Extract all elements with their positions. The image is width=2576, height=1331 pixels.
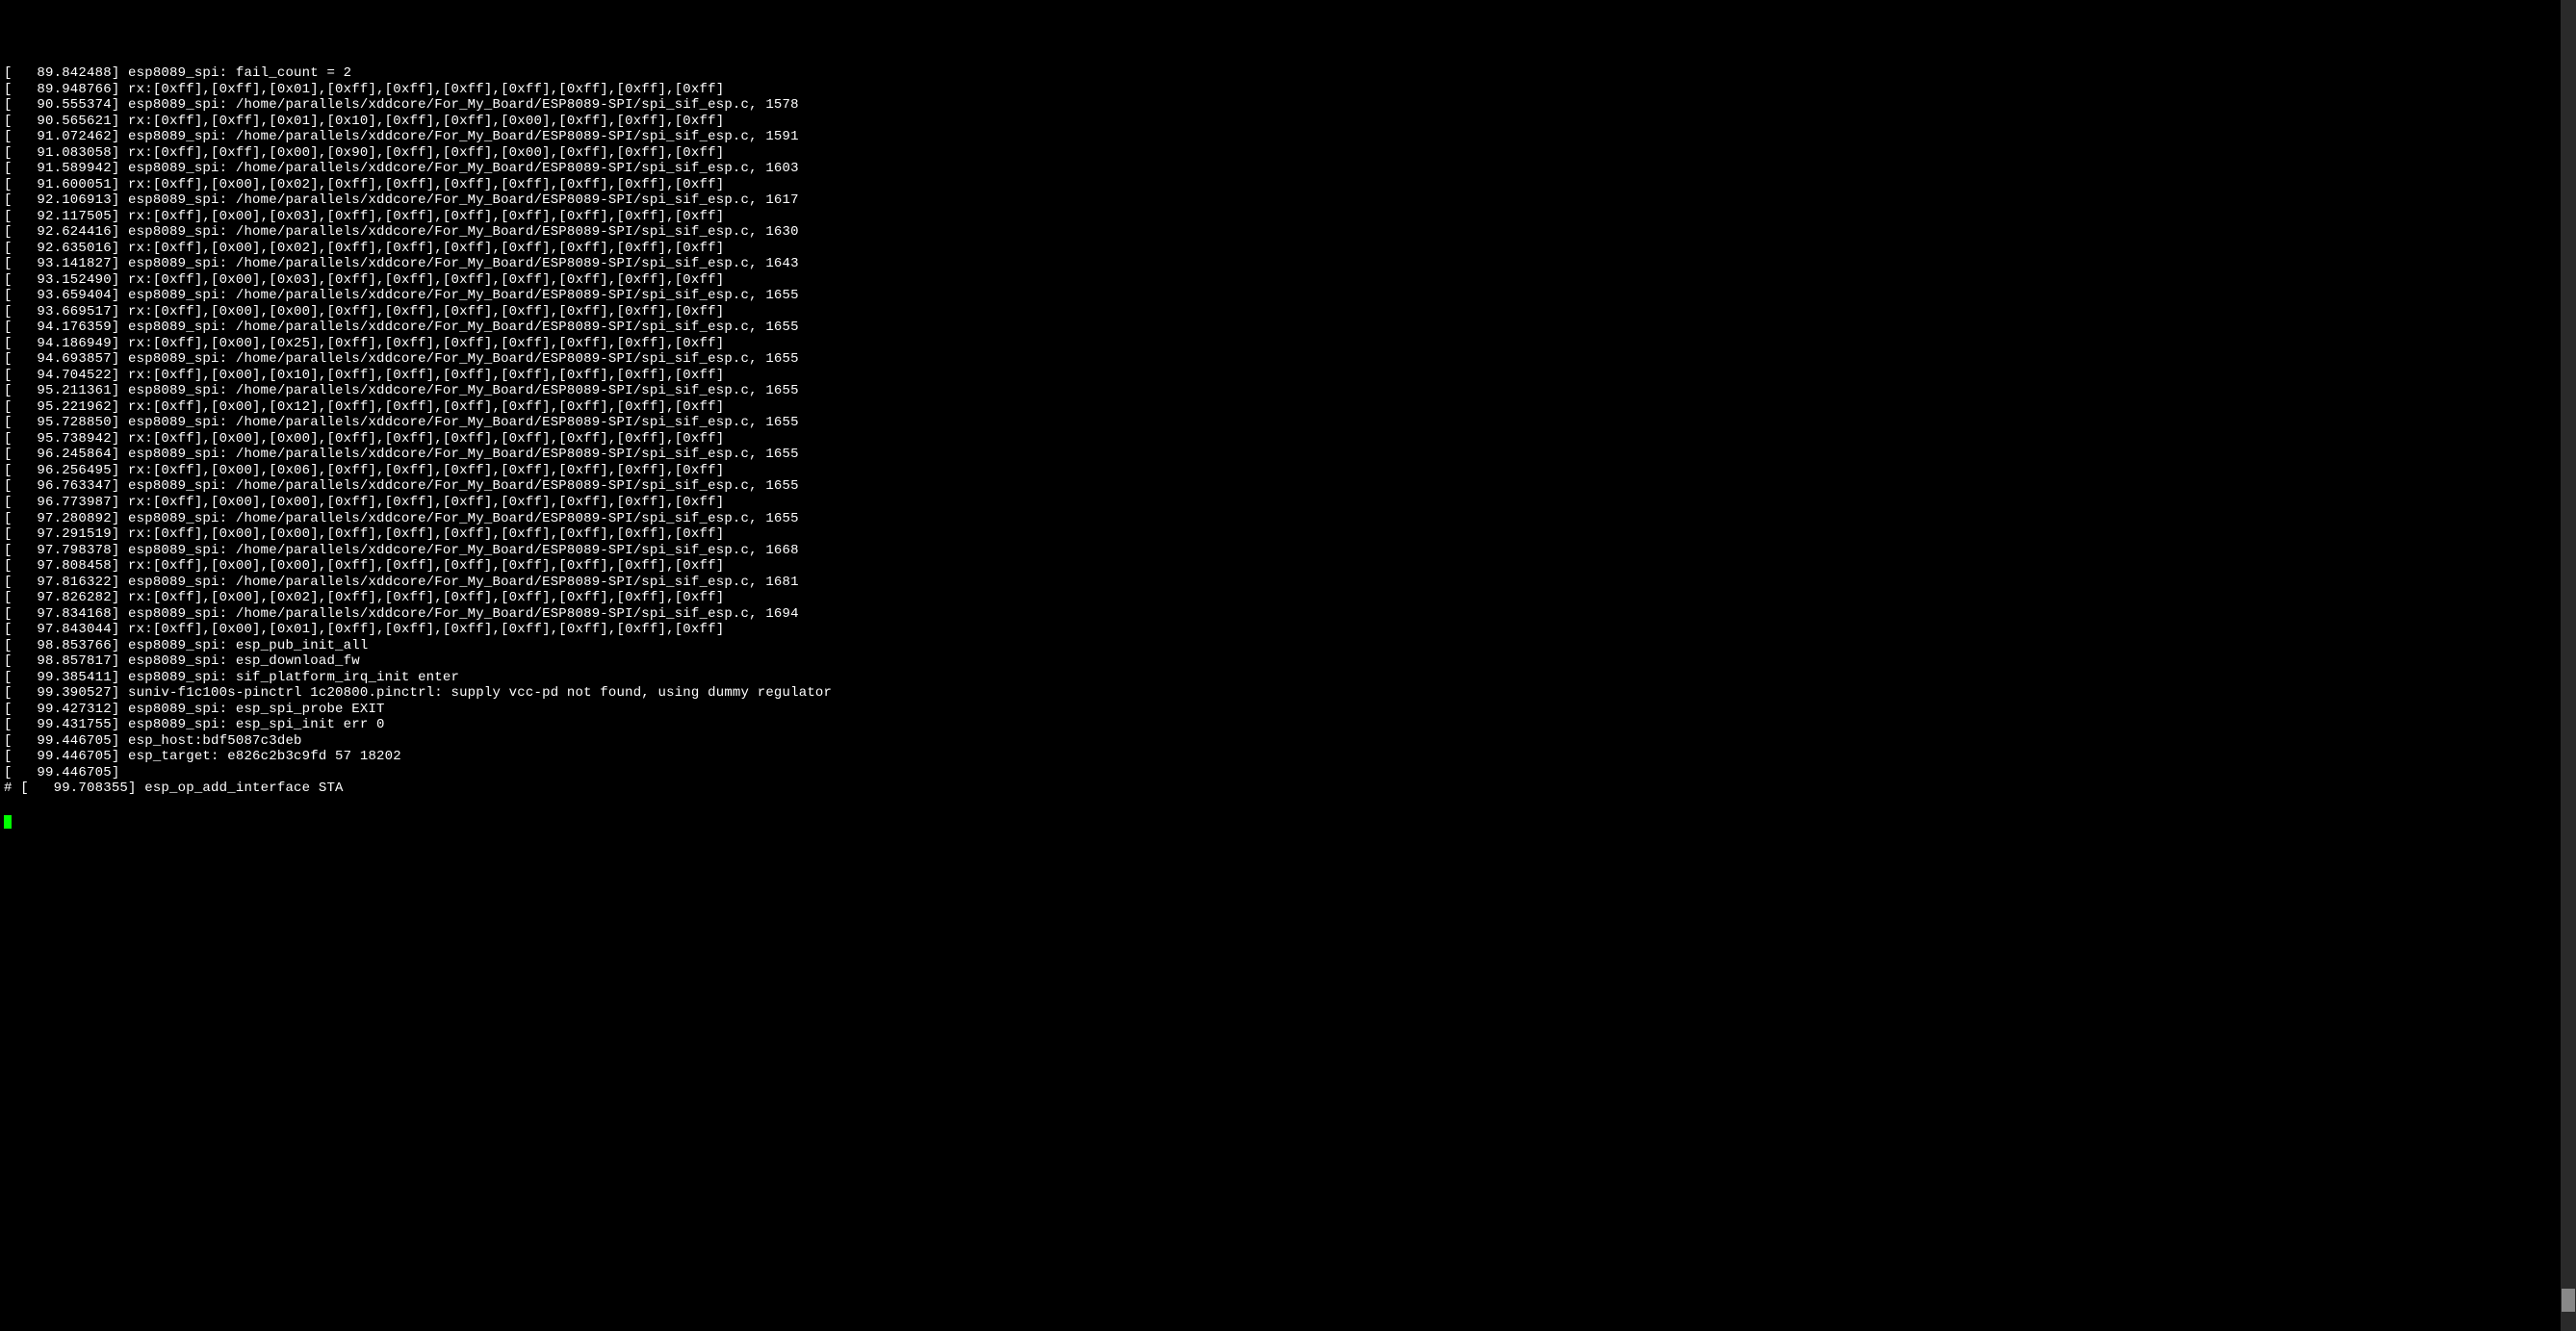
log-line: [ 97.291519] rx:[0xff],[0x00],[0x00],[0x…: [4, 526, 2572, 543]
log-line: [ 91.072462] esp8089_spi: /home/parallel…: [4, 129, 2572, 145]
log-line: [ 91.083058] rx:[0xff],[0xff],[0x00],[0x…: [4, 145, 2572, 162]
log-line: [ 95.738942] rx:[0xff],[0x00],[0x00],[0x…: [4, 431, 2572, 448]
log-line: [ 89.948766] rx:[0xff],[0xff],[0x01],[0x…: [4, 82, 2572, 98]
log-line: [ 93.659404] esp8089_spi: /home/parallel…: [4, 288, 2572, 304]
log-line: [ 94.186949] rx:[0xff],[0x00],[0x25],[0x…: [4, 336, 2572, 352]
log-line: [ 92.635016] rx:[0xff],[0x00],[0x02],[0x…: [4, 241, 2572, 257]
log-line: [ 97.798378] esp8089_spi: /home/parallel…: [4, 543, 2572, 559]
log-line: [ 92.117505] rx:[0xff],[0x00],[0x03],[0x…: [4, 209, 2572, 225]
log-line: [ 93.152490] rx:[0xff],[0x00],[0x03],[0x…: [4, 272, 2572, 289]
log-line: [ 97.808458] rx:[0xff],[0x00],[0x00],[0x…: [4, 558, 2572, 575]
log-line: [ 97.816322] esp8089_spi: /home/parallel…: [4, 575, 2572, 591]
log-line: [ 97.826282] rx:[0xff],[0x00],[0x02],[0x…: [4, 590, 2572, 606]
log-line: [ 96.256495] rx:[0xff],[0x00],[0x06],[0x…: [4, 463, 2572, 479]
log-line: [ 96.763347] esp8089_spi: /home/parallel…: [4, 478, 2572, 495]
log-line: [ 99.446705] esp_host:bdf5087c3deb: [4, 733, 2572, 750]
log-line: [ 95.221962] rx:[0xff],[0x00],[0x12],[0x…: [4, 399, 2572, 416]
log-line: [ 94.176359] esp8089_spi: /home/parallel…: [4, 320, 2572, 336]
log-line: [ 98.853766] esp8089_spi: esp_pub_init_a…: [4, 638, 2572, 654]
log-line: [ 97.280892] esp8089_spi: /home/parallel…: [4, 511, 2572, 527]
log-line: [ 91.589942] esp8089_spi: /home/parallel…: [4, 161, 2572, 177]
log-line: [ 91.600051] rx:[0xff],[0x00],[0x02],[0x…: [4, 177, 2572, 193]
log-line: [ 90.565621] rx:[0xff],[0xff],[0x01],[0x…: [4, 114, 2572, 130]
scrollbar-thumb[interactable]: [2562, 1289, 2575, 1312]
log-line: [ 99.446705]: [4, 765, 2572, 781]
log-line: [ 92.624416] esp8089_spi: /home/parallel…: [4, 224, 2572, 241]
log-line: [ 97.843044] rx:[0xff],[0x00],[0x01],[0x…: [4, 622, 2572, 638]
log-line: # [ 99.708355] esp_op_add_interface STA: [4, 781, 2572, 797]
log-line: [ 98.857817] esp8089_spi: esp_download_f…: [4, 653, 2572, 670]
log-line: [ 95.211361] esp8089_spi: /home/parallel…: [4, 383, 2572, 399]
log-line: [ 89.842488] esp8089_spi: fail_count = 2: [4, 65, 2572, 82]
log-line: [ 99.390527] suniv-f1c100s-pinctrl 1c208…: [4, 685, 2572, 702]
log-line: [ 90.555374] esp8089_spi: /home/parallel…: [4, 97, 2572, 114]
log-line: [ 94.693857] esp8089_spi: /home/parallel…: [4, 351, 2572, 368]
log-line: [ 99.385411] esp8089_spi: sif_platform_i…: [4, 670, 2572, 686]
log-line: [ 99.427312] esp8089_spi: esp_spi_probe …: [4, 702, 2572, 718]
log-line: [ 99.431755] esp8089_spi: esp_spi_init e…: [4, 717, 2572, 733]
log-line: [ 93.141827] esp8089_spi: /home/parallel…: [4, 256, 2572, 272]
log-line: [ 93.669517] rx:[0xff],[0x00],[0x00],[0x…: [4, 304, 2572, 320]
log-line: [ 96.245864] esp8089_spi: /home/parallel…: [4, 447, 2572, 463]
log-line: [ 99.446705] esp_target: e826c2b3c9fd 57…: [4, 749, 2572, 765]
log-line: [ 94.704522] rx:[0xff],[0x00],[0x10],[0x…: [4, 368, 2572, 384]
terminal-output[interactable]: [ 89.842488] esp8089_spi: fail_count = 2…: [4, 65, 2572, 797]
log-line: [ 97.834168] esp8089_spi: /home/parallel…: [4, 606, 2572, 623]
log-line: [ 95.728850] esp8089_spi: /home/parallel…: [4, 415, 2572, 431]
log-line: [ 96.773987] rx:[0xff],[0x00],[0x00],[0x…: [4, 495, 2572, 511]
log-line: [ 92.106913] esp8089_spi: /home/parallel…: [4, 192, 2572, 209]
scrollbar-track[interactable]: [2561, 0, 2576, 1331]
terminal-cursor: [4, 815, 12, 829]
